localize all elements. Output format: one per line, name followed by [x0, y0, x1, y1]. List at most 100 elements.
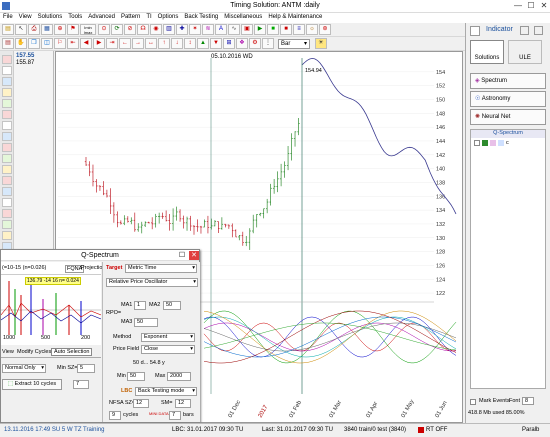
bars-input[interactable]: 7: [169, 411, 181, 420]
tool-1-icon[interactable]: [2, 55, 12, 64]
flag2-icon[interactable]: ⚐: [54, 38, 66, 49]
mark-icon[interactable]: ⊛: [319, 24, 331, 35]
menu-miscellaneous[interactable]: Miscellaneous: [221, 13, 265, 21]
menu-pattern[interactable]: Pattern: [118, 13, 143, 21]
astronomy-button[interactable]: ☉ Astronomy: [470, 91, 546, 107]
extract-spinner[interactable]: 7: [73, 380, 89, 389]
tool-13-icon[interactable]: [2, 187, 12, 196]
min-input[interactable]: 50: [127, 372, 145, 381]
print-icon[interactable]: ⎙: [28, 24, 40, 35]
tool-12-icon[interactable]: [2, 176, 12, 185]
sun-icon[interactable]: ☼: [306, 24, 318, 35]
go-icon[interactable]: ▶: [254, 24, 266, 35]
pin-icon[interactable]: [534, 26, 543, 35]
indicator-checkbox[interactable]: [470, 26, 480, 36]
menu-tools[interactable]: Tools: [65, 13, 85, 21]
ma3-input[interactable]: 50: [134, 318, 158, 327]
max-input[interactable]: 2000: [167, 372, 191, 381]
font-size-input[interactable]: 8: [522, 397, 534, 405]
compress-icon[interactable]: ↕: [184, 38, 196, 49]
dock-icon[interactable]: [520, 26, 529, 35]
q-close-icon[interactable]: ✕: [189, 251, 199, 260]
tool-4-icon[interactable]: [2, 88, 12, 97]
spectrum-button[interactable]: ◈ Spectrum: [470, 73, 546, 89]
stop-icon[interactable]: ⊘: [124, 24, 136, 35]
tool-2-icon[interactable]: [2, 66, 12, 75]
last-icon[interactable]: ⇥: [106, 38, 118, 49]
tab-ule[interactable]: ULE: [508, 40, 542, 64]
tool-5-icon[interactable]: [2, 99, 12, 108]
neural-net-button[interactable]: ✺ Neural Net: [470, 109, 546, 125]
lightbulb-icon[interactable]: ☀: [315, 38, 327, 49]
q-tab-auto-selection[interactable]: Auto Selection: [51, 348, 93, 356]
up-arrow-icon[interactable]: ↑: [158, 38, 170, 49]
module-list-item[interactable]: c: [474, 140, 509, 147]
zoom-icon[interactable]: ⊕: [54, 24, 66, 35]
ma2-input[interactable]: 50: [163, 301, 181, 310]
tool-6-icon[interactable]: [2, 110, 12, 119]
menu-options[interactable]: Options: [155, 13, 182, 21]
method-select[interactable]: Exponent ▾: [141, 333, 195, 342]
minmax-button[interactable]: Imin Imax: [80, 24, 96, 35]
ma1-input[interactable]: 1: [134, 301, 146, 310]
mark-up-icon[interactable]: ▲: [197, 38, 209, 49]
mark-down-icon[interactable]: ▼: [210, 38, 222, 49]
tool-10-icon[interactable]: [2, 154, 12, 163]
tool-15-icon[interactable]: [2, 209, 12, 218]
settings-icon[interactable]: ⚙: [249, 38, 261, 49]
maximize-button[interactable]: ☐: [525, 1, 537, 11]
expand-icon[interactable]: ↔: [145, 38, 157, 49]
menu-help[interactable]: Help & Maintenance: [265, 13, 325, 21]
oscillator-select[interactable]: Relative Price Oscillator ▾: [106, 278, 198, 287]
astro-icon[interactable]: ☊: [137, 24, 149, 35]
equal-icon[interactable]: ≡: [293, 24, 305, 35]
tab-solutions[interactable]: Solutions: [470, 40, 504, 64]
bars-icon[interactable]: ▥: [163, 24, 175, 35]
open-icon[interactable]: ▤: [2, 24, 14, 35]
min-sz-input[interactable]: 5: [77, 364, 95, 373]
menu-ti[interactable]: TI: [143, 13, 154, 21]
q-tab-modify-cycles[interactable]: Modify Cycles: [17, 349, 51, 355]
menu-file[interactable]: File: [0, 13, 16, 21]
menu-advanced[interactable]: Advanced: [85, 13, 118, 21]
cycle-icon[interactable]: ⟳: [111, 24, 123, 35]
tool-14-icon[interactable]: [2, 198, 12, 207]
mark-events-checkbox[interactable]: [470, 399, 476, 405]
tool-8-icon[interactable]: [2, 132, 12, 141]
star-icon[interactable]: ✶: [189, 24, 201, 35]
target-icon[interactable]: ⊙: [98, 24, 110, 35]
first-icon[interactable]: ⇤: [67, 38, 79, 49]
square-icon[interactable]: ■: [267, 24, 279, 35]
indicator-label[interactable]: Indicator: [486, 26, 513, 33]
q-tab-view[interactable]: View: [2, 349, 14, 355]
cross-icon[interactable]: ✚: [176, 24, 188, 35]
flag-icon[interactable]: ⚑: [67, 24, 79, 35]
prev-icon[interactable]: ◀: [80, 38, 92, 49]
left-arrow-icon[interactable]: ←: [119, 38, 131, 49]
cycles-input[interactable]: 9: [109, 411, 121, 420]
grid-icon[interactable]: ▦: [41, 24, 53, 35]
minimize-button[interactable]: —: [512, 1, 524, 11]
tile-icon[interactable]: ▣: [241, 24, 253, 35]
circle-icon[interactable]: ◉: [150, 24, 162, 35]
menu-back-testing[interactable]: Back Testing: [181, 13, 221, 21]
stack-icon[interactable]: ≋: [202, 24, 214, 35]
window-icon[interactable]: ❐: [28, 38, 40, 49]
pointer-icon[interactable]: ↖: [15, 24, 27, 35]
wave-icon[interactable]: ∿: [228, 24, 240, 35]
backtest-select[interactable]: Back Testing mode ▾: [135, 387, 197, 396]
menu-view[interactable]: View: [16, 13, 35, 21]
menu-solutions[interactable]: Solutions: [35, 13, 66, 21]
square-red-icon[interactable]: ■: [280, 24, 292, 35]
down-arrow-icon[interactable]: ↓: [171, 38, 183, 49]
nfsa-input[interactable]: 12: [133, 399, 149, 408]
q-spectrum-plot[interactable]: 136.79 -14 16 n= 0.024 1000 500 200: [0, 275, 102, 345]
close-button[interactable]: ✕: [538, 1, 550, 11]
price-field-select[interactable]: Close ▾: [141, 345, 195, 354]
text-icon[interactable]: A: [215, 24, 227, 35]
tool-7-icon[interactable]: [2, 121, 12, 130]
hand-icon[interactable]: ✋: [15, 38, 27, 49]
status-rt[interactable]: RT OFF: [426, 427, 447, 433]
extract-cycles-button[interactable]: ⬚ Extract 10 cycles: [2, 379, 62, 390]
chart-icon[interactable]: ▤: [2, 38, 14, 49]
